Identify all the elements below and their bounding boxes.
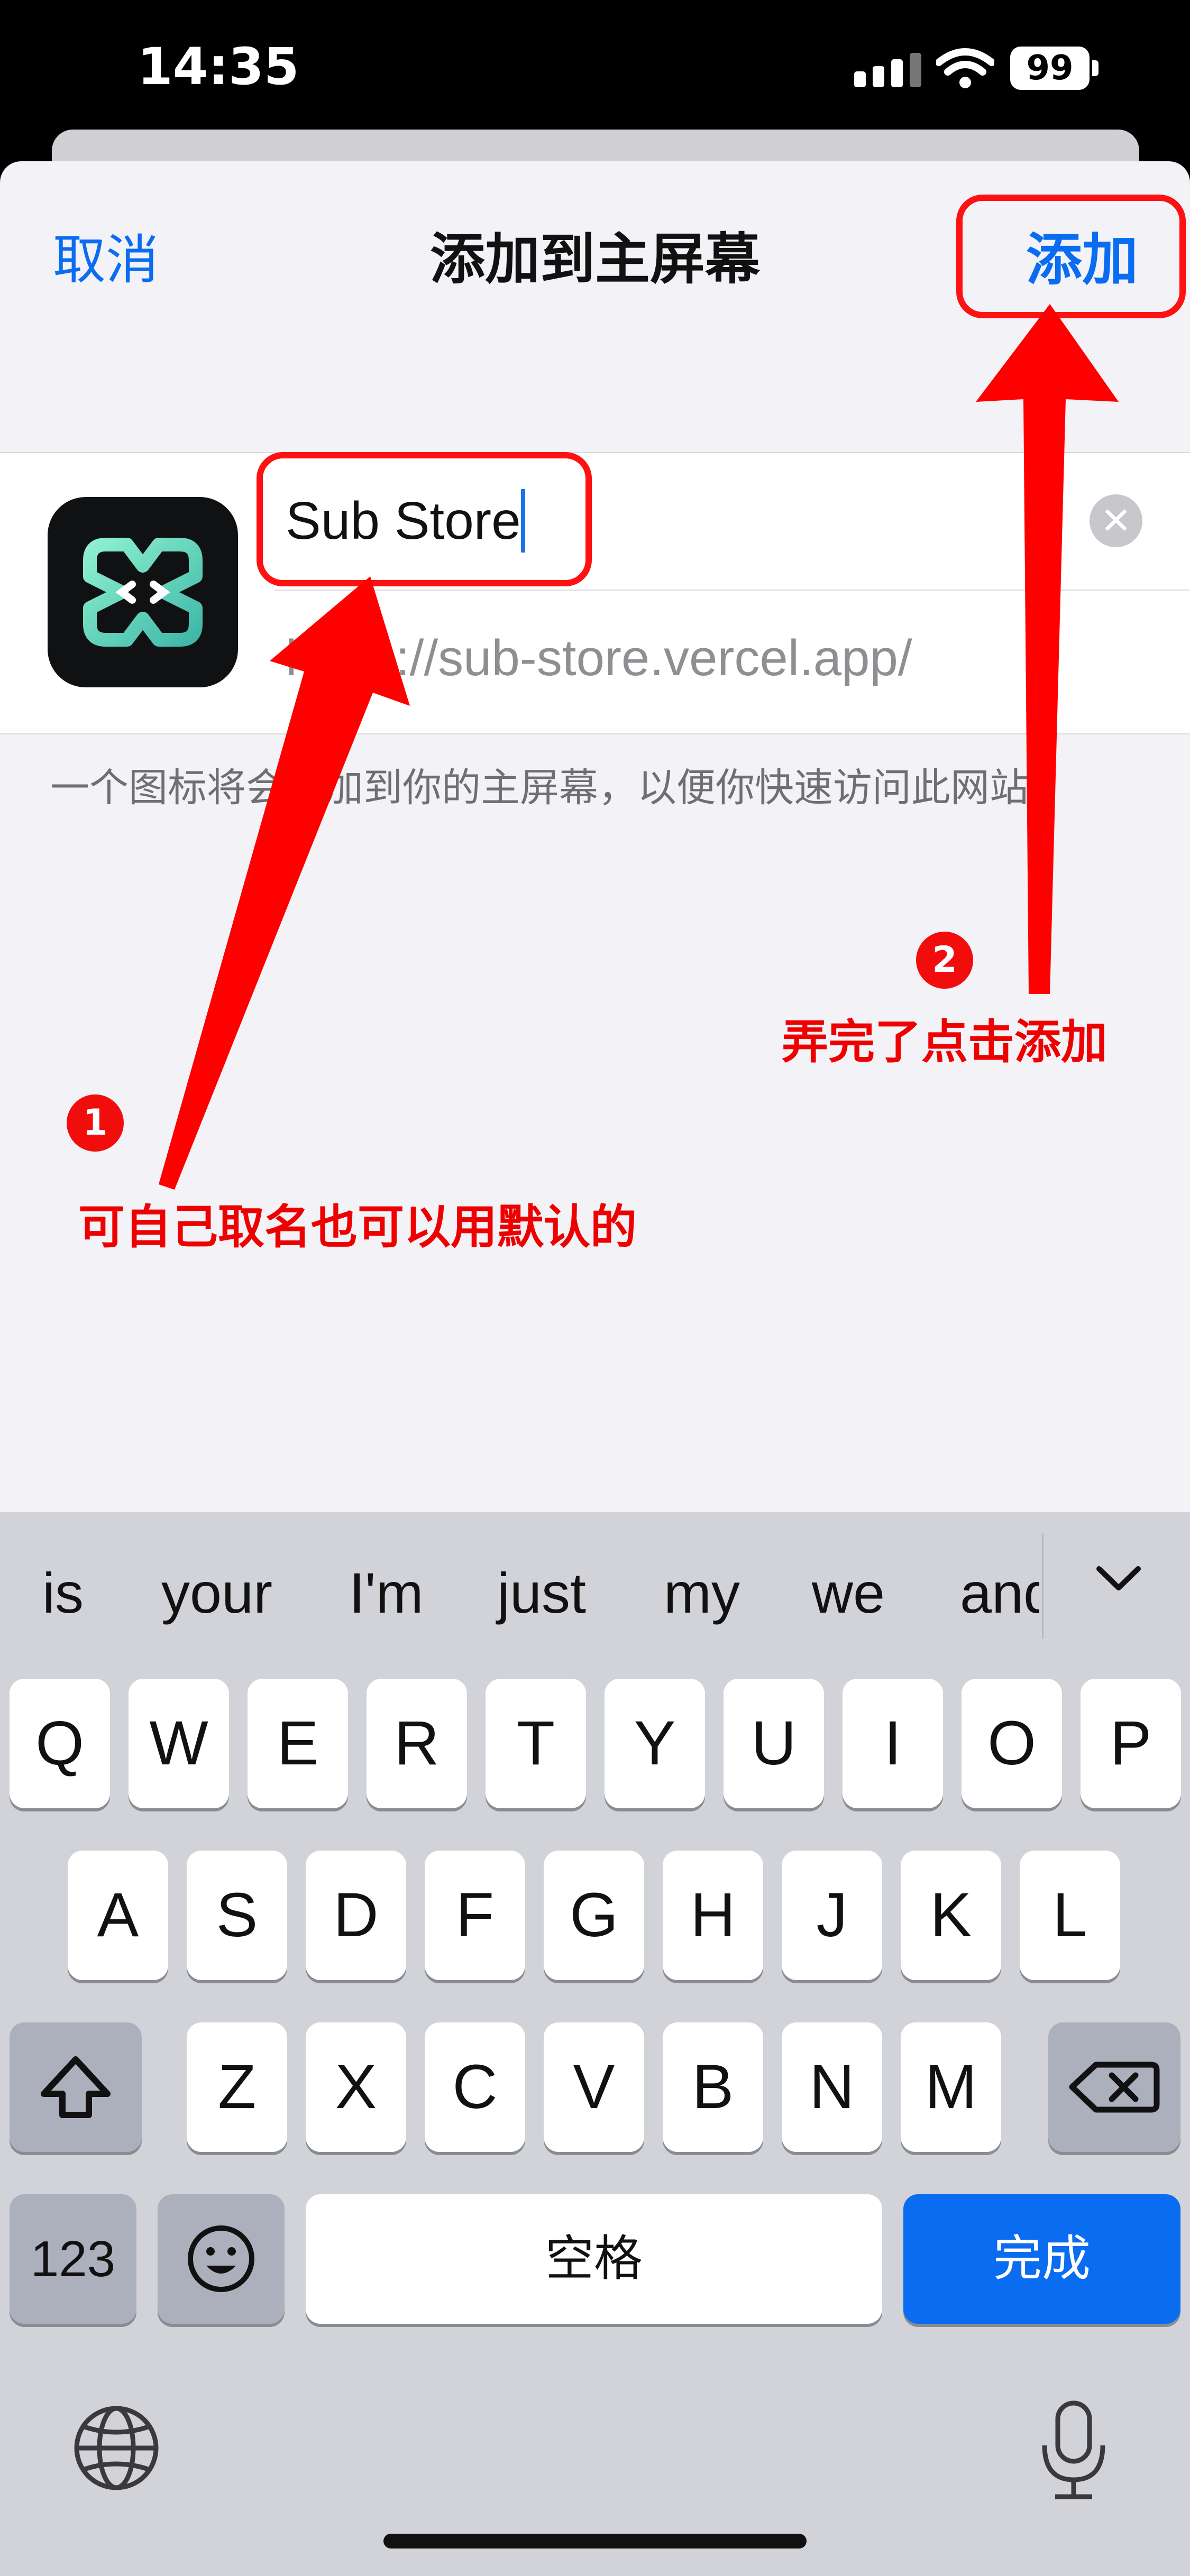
- key-a[interactable]: A: [68, 1851, 168, 1980]
- key-d[interactable]: D: [306, 1851, 406, 1980]
- shift-icon: [41, 2056, 111, 2118]
- key-q[interactable]: Q: [10, 1679, 110, 1808]
- annotation-badge-1: 1: [67, 1094, 124, 1152]
- annotation-badge-2: 2: [916, 932, 973, 989]
- key-h[interactable]: H: [663, 1851, 763, 1980]
- suggestion-separator: [1042, 1533, 1043, 1639]
- app-icon: [48, 497, 238, 687]
- key-x[interactable]: X: [306, 2022, 406, 2152]
- suggestion-item[interactable]: we: [812, 1560, 885, 1626]
- key-v[interactable]: V: [544, 2022, 644, 2152]
- emoji-key[interactable]: [158, 2194, 285, 2324]
- suggestion-item[interactable]: my: [664, 1560, 740, 1626]
- suggestion-item[interactable]: just: [497, 1560, 586, 1626]
- sub-store-logo-icon: [83, 538, 203, 647]
- battery-level: 99: [1010, 47, 1090, 90]
- annotation-text-2: 弄完了点击添加: [782, 1015, 1108, 1069]
- key-r[interactable]: R: [367, 1679, 467, 1808]
- annotation-box-add: [956, 195, 1186, 318]
- chevron-down-icon[interactable]: [1095, 1562, 1142, 1594]
- key-g[interactable]: G: [544, 1851, 644, 1980]
- add-to-home-sheet: [0, 161, 1190, 1515]
- annotation-box-name: [257, 452, 592, 586]
- key-l[interactable]: L: [1020, 1851, 1120, 1980]
- cancel-button[interactable]: 取消: [53, 217, 159, 293]
- key-y[interactable]: Y: [605, 1679, 705, 1808]
- key-n[interactable]: N: [782, 2022, 882, 2152]
- key-f[interactable]: F: [425, 1851, 525, 1980]
- site-url: https://sub-store.vercel.app/: [286, 630, 912, 686]
- key-b[interactable]: B: [663, 2022, 763, 2152]
- key-t[interactable]: T: [486, 1679, 586, 1808]
- globe-icon[interactable]: [71, 2403, 161, 2493]
- suggestion-item[interactable]: and: [960, 1560, 1039, 1626]
- mic-icon[interactable]: [1034, 2398, 1113, 2504]
- key-w[interactable]: W: [129, 1679, 229, 1808]
- battery-indicator: 99: [1010, 47, 1099, 90]
- numbers-key[interactable]: 123: [10, 2194, 136, 2324]
- home-indicator[interactable]: [383, 2534, 807, 2549]
- key-c[interactable]: C: [425, 2022, 525, 2152]
- suggestion-item[interactable]: is: [42, 1560, 84, 1626]
- clear-icon[interactable]: ✕: [1090, 494, 1142, 547]
- key-z[interactable]: Z: [187, 2022, 287, 2152]
- field-divider: [275, 590, 1190, 591]
- status-time: 14:35: [138, 37, 299, 96]
- wifi-icon: [936, 48, 994, 88]
- shift-key[interactable]: [10, 2022, 142, 2152]
- emoji-icon: [188, 2225, 254, 2292]
- key-i[interactable]: I: [843, 1679, 943, 1808]
- suggestion-item[interactable]: your: [161, 1560, 272, 1626]
- key-u[interactable]: U: [724, 1679, 824, 1808]
- key-p[interactable]: P: [1081, 1679, 1181, 1808]
- space-key[interactable]: 空格: [306, 2194, 882, 2324]
- cellular-signal-icon: [854, 53, 921, 87]
- done-key[interactable]: 完成: [903, 2194, 1180, 2324]
- key-s[interactable]: S: [187, 1851, 287, 1980]
- key-m[interactable]: M: [901, 2022, 1001, 2152]
- key-j[interactable]: J: [782, 1851, 882, 1980]
- delete-icon: [1069, 2062, 1160, 2113]
- key-o[interactable]: O: [962, 1679, 1062, 1808]
- key-k[interactable]: K: [901, 1851, 1001, 1980]
- key-e[interactable]: E: [248, 1679, 348, 1808]
- annotation-text-1: 可自己取名也可以用默认的: [78, 1200, 637, 1254]
- delete-key[interactable]: [1048, 2022, 1180, 2152]
- footnote-text: 一个图标将会添加到你的主屏幕，以便你快速访问此网站。: [50, 765, 1068, 811]
- suggestion-item[interactable]: I'm: [349, 1560, 424, 1626]
